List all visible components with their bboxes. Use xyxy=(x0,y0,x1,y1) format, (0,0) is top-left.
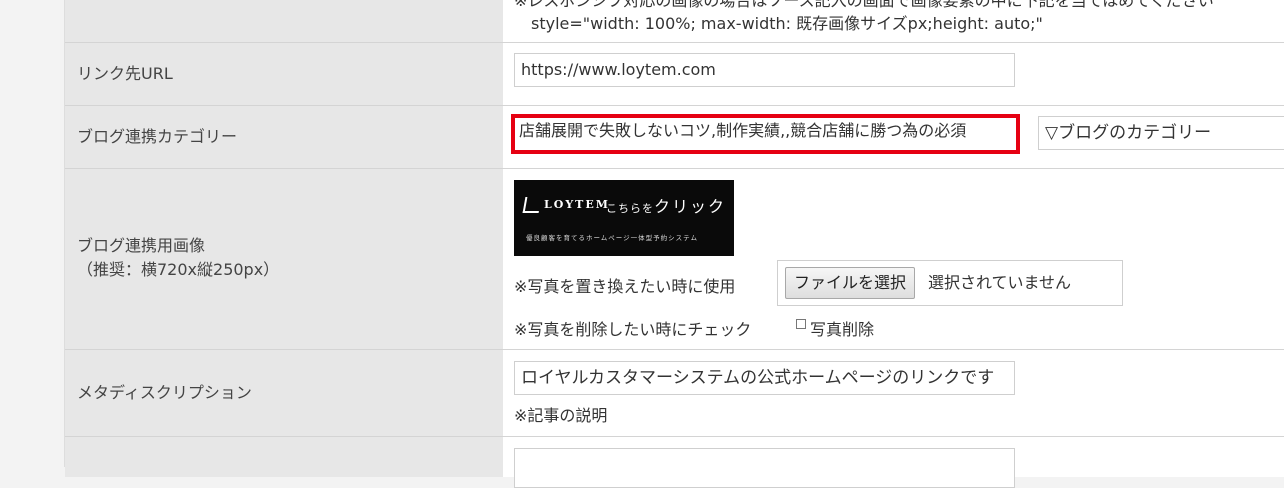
link-url-input[interactable]: https://www.loytem.com xyxy=(514,53,1015,87)
style-code-text: style="width: 100%; max-width: 既存画像サイズpx… xyxy=(531,14,1043,33)
delete-photo-note: ※写真を削除したい時にチェック xyxy=(514,320,752,339)
blog-category-label: ブログ連携カテゴリー xyxy=(77,127,238,146)
row-blog-category-cell: 店舗展開で失敗しないコツ,制作実績,,競合店舗に勝つ為の必須 ▽ブログのカテゴリ… xyxy=(503,106,1284,168)
row-meta-description-header: メタディスクリプション xyxy=(65,350,503,436)
banner-tagline: 優良顧客を育てるホームページ一体型予約システム xyxy=(526,234,698,242)
row-meta-description-cell: ロイヤルカスタマーシステムの公式ホームページのリンクです ※記事の説明 xyxy=(503,350,1284,436)
blog-category-input[interactable]: 店舗展開で失敗しないコツ,制作実績,,競合店舗に勝つ為の必須 xyxy=(511,114,1020,154)
row-image-note-cell: ※レスポンシブ対応の画像の場合はソース記入の画面で画像要素の中に下記を当てはめて… xyxy=(503,0,1284,42)
row-next-header xyxy=(65,437,503,477)
blog-image-preview: LOYTEM こちらをクリック 優良顧客を育てるホームページ一体型予約システム xyxy=(514,180,734,256)
loytem-logo-icon xyxy=(522,197,542,213)
delete-photo-checkbox-label[interactable]: 写真削除 xyxy=(810,316,874,340)
banner-cta-small: こちらを xyxy=(606,202,654,215)
row-blog-category: ブログ連携カテゴリー 店舗展開で失敗しないコツ,制作実績,,競合店舗に勝つ為の必… xyxy=(65,106,1284,169)
delete-photo-checkbox[interactable] xyxy=(796,319,806,329)
file-input: ファイルを選択 選択されていません xyxy=(777,260,1123,306)
meta-description-label: メタディスクリプション xyxy=(77,383,252,402)
row-image-note: ※レスポンシブ対応の画像の場合はソース記入の画面で画像要素の中に下記を当てはめて… xyxy=(65,0,1284,43)
page-margin xyxy=(0,0,64,467)
row-next-cell xyxy=(503,437,1284,488)
row-blog-category-header: ブログ連携カテゴリー xyxy=(65,106,503,168)
row-link-url-header: リンク先URL xyxy=(65,43,503,105)
banner-cta: こちらをクリック xyxy=(606,193,726,217)
row-meta-description: メタディスクリプション ロイヤルカスタマーシステムの公式ホームページのリンクです… xyxy=(65,350,1284,437)
meta-description-note: ※記事の説明 xyxy=(514,406,608,425)
row-next xyxy=(65,437,1284,488)
row-blog-image-cell: LOYTEM こちらをクリック 優良顧客を育てるホームページ一体型予約システム … xyxy=(503,169,1284,349)
blog-category-select[interactable]: ▽ブログのカテゴリー xyxy=(1038,116,1284,150)
blog-image-size-label: （推奨：横720x縦250px） xyxy=(77,260,280,279)
replace-photo-note: ※写真を置き換えたい時に使用 xyxy=(514,277,736,296)
row-link-url: リンク先URL https://www.loytem.com xyxy=(65,43,1284,106)
row-link-url-cell: https://www.loytem.com xyxy=(503,43,1284,105)
row-blog-image-header: ブログ連携用画像 （推奨：横720x縦250px） xyxy=(65,169,503,349)
next-field-input[interactable] xyxy=(514,448,1015,488)
meta-description-input[interactable]: ロイヤルカスタマーシステムの公式ホームページのリンクです xyxy=(514,361,1015,395)
banner-logo-text: LOYTEM xyxy=(544,198,610,211)
form-table: ※レスポンシブ対応の画像の場合はソース記入の画面で画像要素の中に下記を当てはめて… xyxy=(64,0,1284,488)
blog-image-label: ブログ連携用画像 xyxy=(77,236,206,255)
row-blog-image: ブログ連携用画像 （推奨：横720x縦250px） LOYTEM こちらをクリッ… xyxy=(65,169,1284,350)
link-url-label: リンク先URL xyxy=(77,64,173,83)
file-status-text: 選択されていません xyxy=(928,273,1072,292)
banner-cta-large: クリック xyxy=(654,197,727,216)
row-image-note-header xyxy=(65,0,503,42)
choose-file-button[interactable]: ファイルを選択 xyxy=(785,267,916,299)
